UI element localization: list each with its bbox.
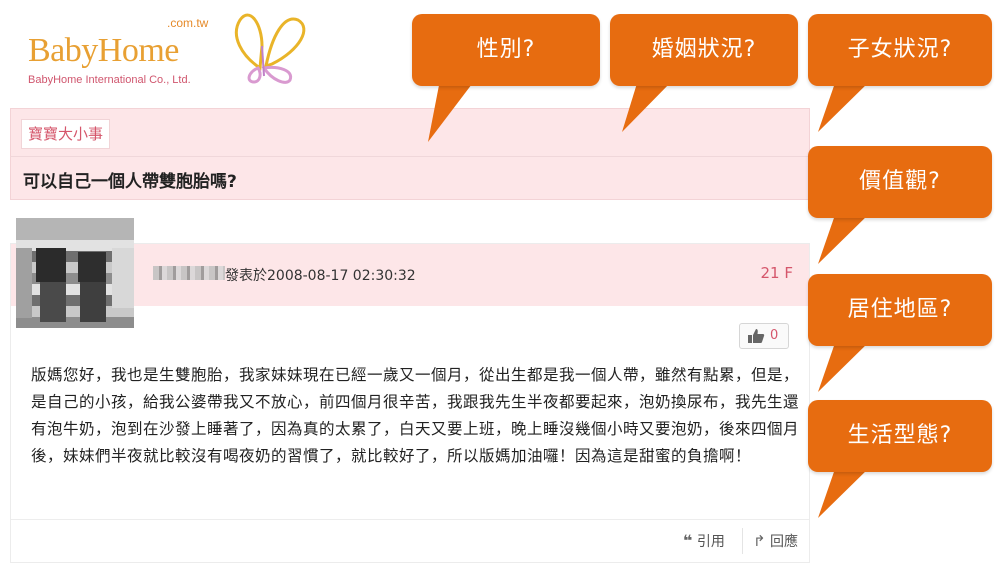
board-header: 寶寶大小事 xyxy=(10,108,810,156)
babyhome-logo[interactable]: .com.tw BabyHome BabyHome International … xyxy=(22,6,322,96)
callout-tail-6 xyxy=(818,466,871,518)
thread-title: 可以自己一個人帶雙胞胎嗎? xyxy=(23,172,237,192)
butterfly-logo-icon xyxy=(234,13,306,84)
logo-company-name: BabyHome International Co., Ltd. xyxy=(28,74,191,86)
callout-tail-4 xyxy=(818,212,871,264)
logo-brand-name: BabyHome xyxy=(28,32,179,69)
quote-label: 引用 xyxy=(696,534,725,550)
author-name-blurred[interactable] xyxy=(153,266,225,280)
like-button[interactable]: 0 xyxy=(739,323,789,349)
callout-tail-3 xyxy=(818,80,871,132)
reply-arrow-icon: ↱ xyxy=(753,532,766,550)
callout-residence-area: 居住地區? xyxy=(808,274,992,346)
callout-tail-1 xyxy=(428,80,475,142)
callout-tail-5 xyxy=(818,340,871,392)
thread-title-bar: 可以自己一個人帶雙胞胎嗎? xyxy=(10,156,810,200)
reply-label: 回應 xyxy=(770,534,799,550)
author-avatar-blurred[interactable] xyxy=(16,218,134,328)
post-actions: ❝ 引用 ↱ 回應 xyxy=(11,519,809,562)
callout-gender: 性別? xyxy=(412,14,600,86)
callout-marital-status: 婚姻狀況? xyxy=(610,14,798,86)
post-floor-number: 21 F xyxy=(760,264,793,282)
like-count: 0 xyxy=(770,328,779,343)
callout-children-status: 子女狀況? xyxy=(808,14,992,86)
thumbs-up-icon xyxy=(748,329,765,343)
callout-lifestyle: 生活型態? xyxy=(808,400,992,472)
callout-values: 價值觀? xyxy=(808,146,992,218)
board-name-tag[interactable]: 寶寶大小事 xyxy=(21,119,111,149)
action-divider xyxy=(742,528,743,554)
logo-domain-suffix: .com.tw xyxy=(167,16,209,30)
reply-button[interactable]: ↱ 回應 xyxy=(753,531,798,551)
post-timestamp: 發表於2008-08-17 02:30:32 xyxy=(225,268,416,284)
callout-tail-2 xyxy=(622,80,673,132)
quote-button[interactable]: ❝ 引用 xyxy=(683,531,725,551)
post-content: 版媽您好，我也是生雙胞胎，我家妹妹現在已經一歲又一個月，從出生都是我一個人帶，雖… xyxy=(31,366,800,465)
quote-icon: ❝ xyxy=(683,531,693,550)
